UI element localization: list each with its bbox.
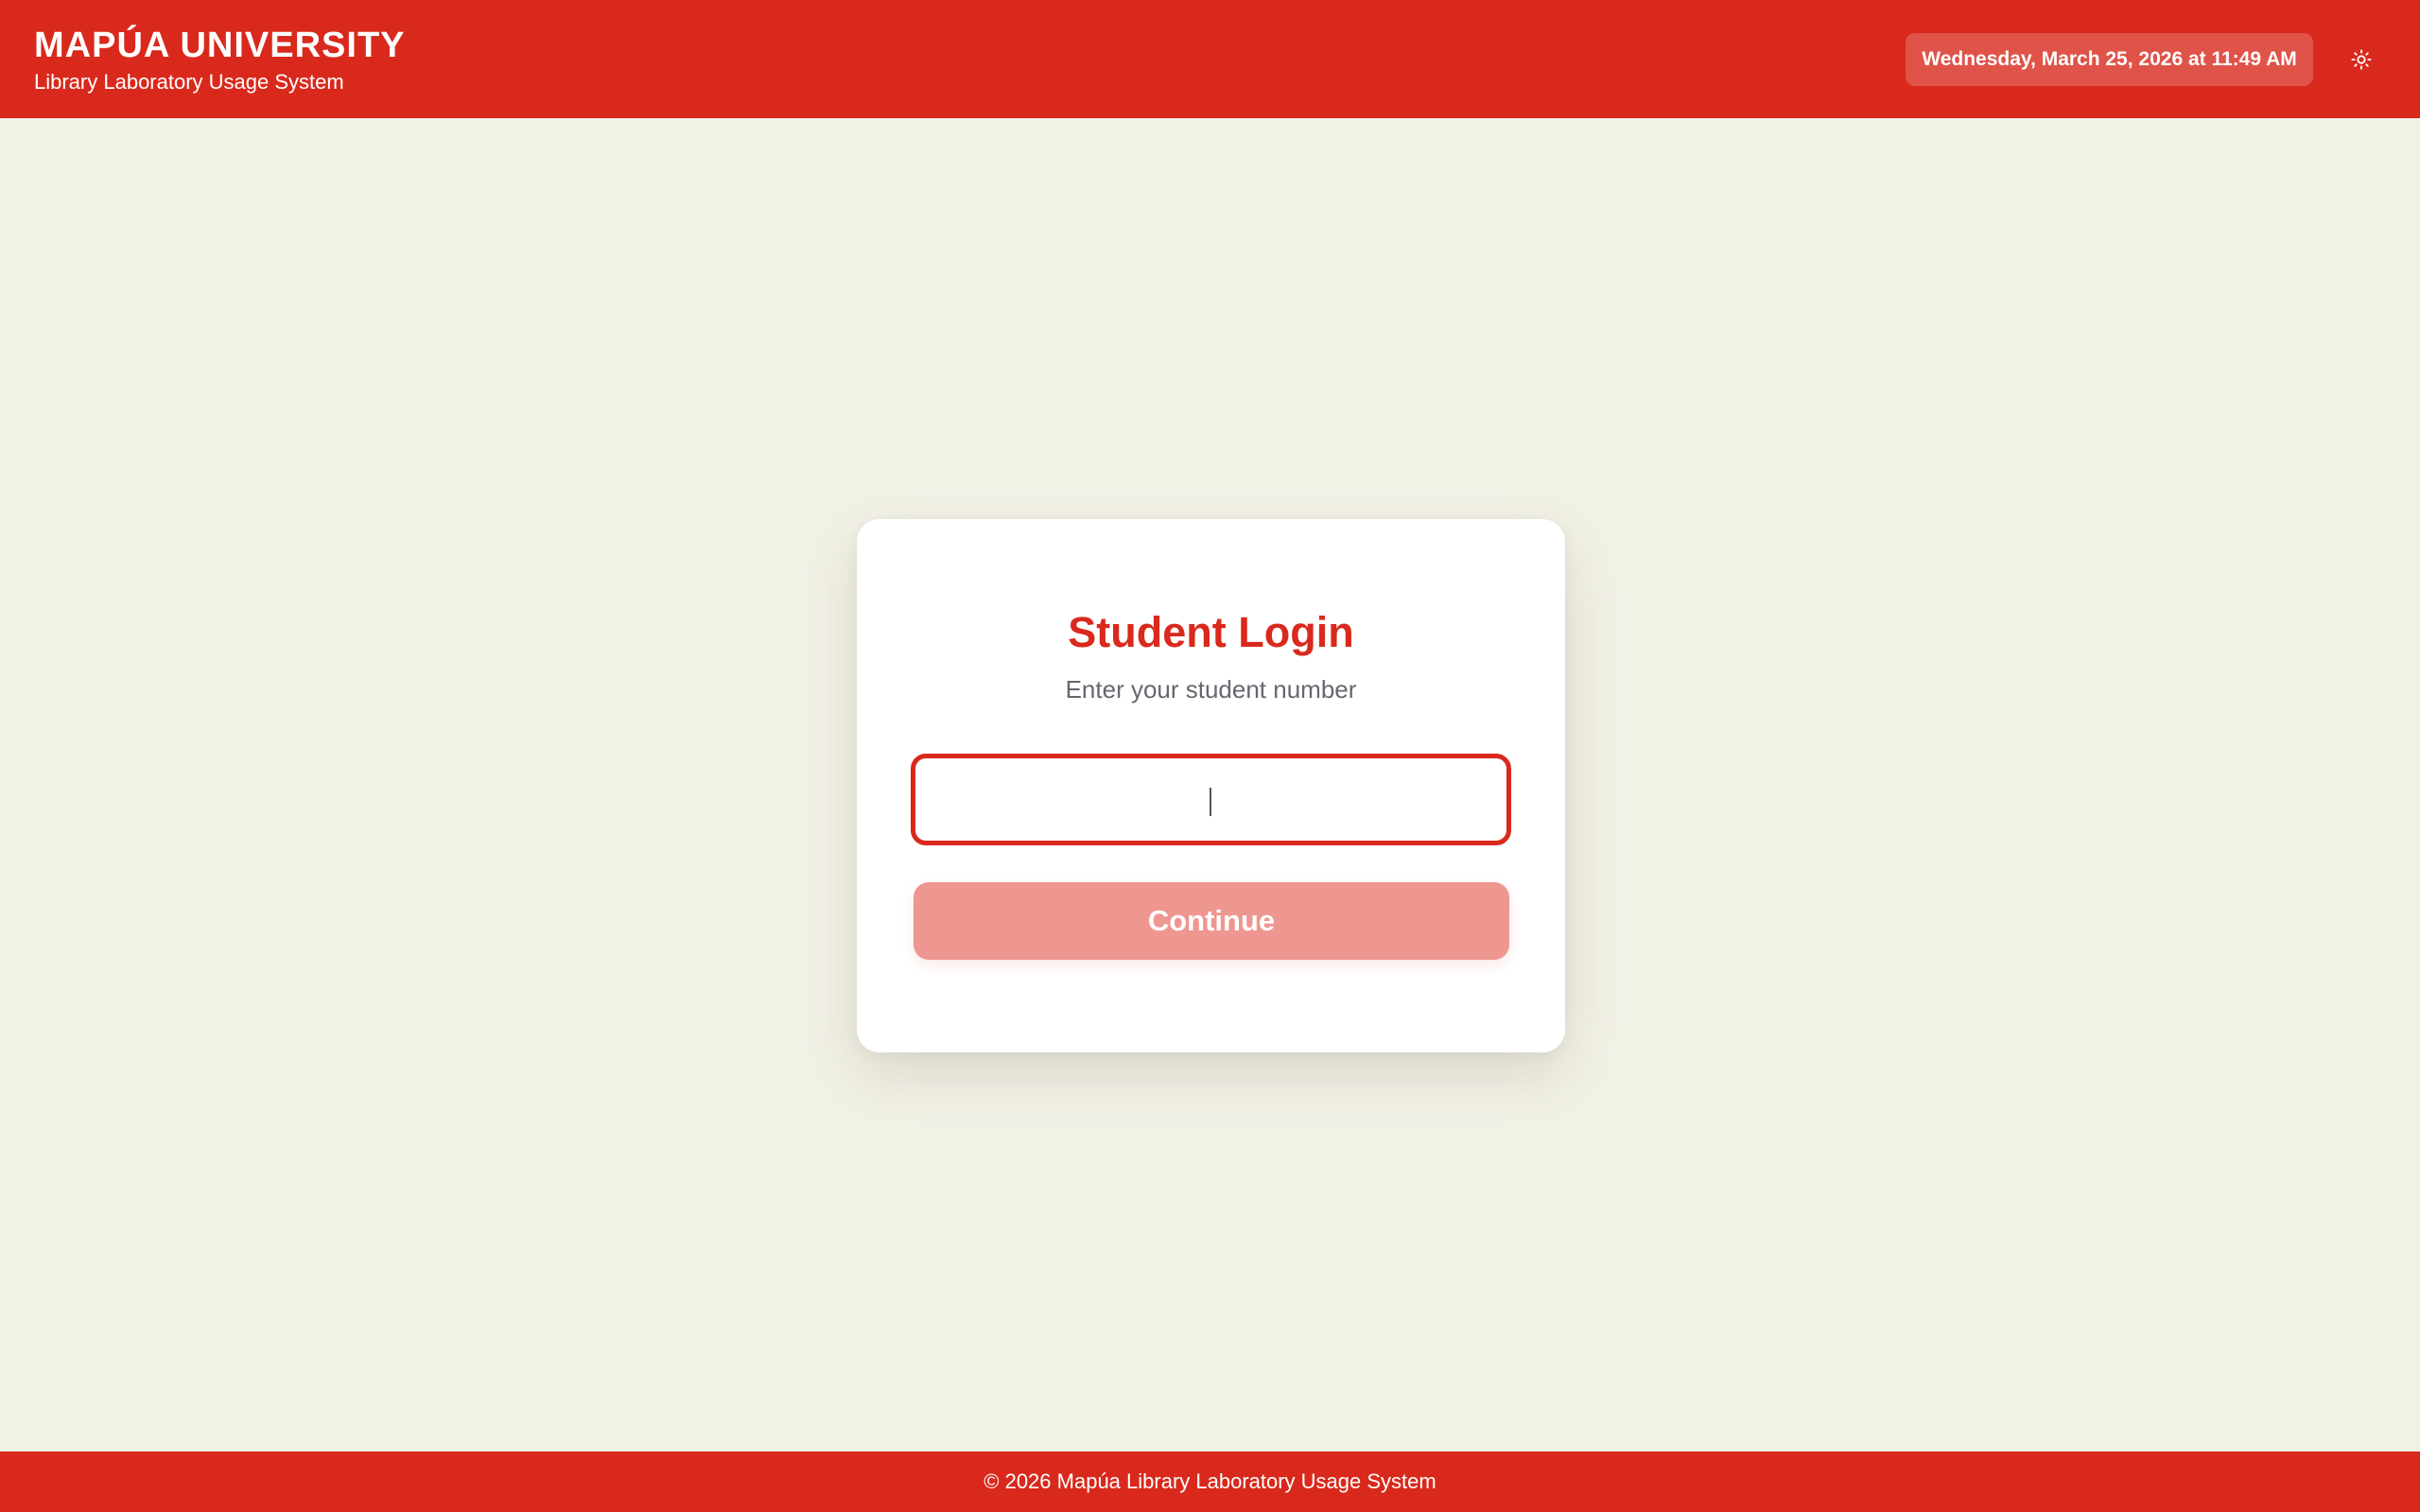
top-header: MAPÚA UNIVERSITY Library Laboratory Usag… [0, 0, 2420, 118]
text-cursor [1210, 788, 1211, 816]
login-title: Student Login [1068, 608, 1354, 656]
datetime-badge: Wednesday, March 25, 2026 at 11:49 AM [1906, 33, 2313, 86]
continue-button[interactable]: Continue [914, 882, 1509, 960]
brand-subtitle: Library Laboratory Usage System [34, 70, 344, 94]
login-subtitle: Enter your student number [1065, 675, 1357, 704]
brand-title: MAPÚA UNIVERSITY [34, 26, 406, 65]
theme-toggle-button[interactable] [2340, 41, 2383, 78]
footer: © 2026 Mapúa Library Laboratory Usage Sy… [0, 1451, 2420, 1512]
sun-icon [2351, 49, 2372, 70]
login-card: Student Login Enter your student number … [857, 519, 1565, 1052]
